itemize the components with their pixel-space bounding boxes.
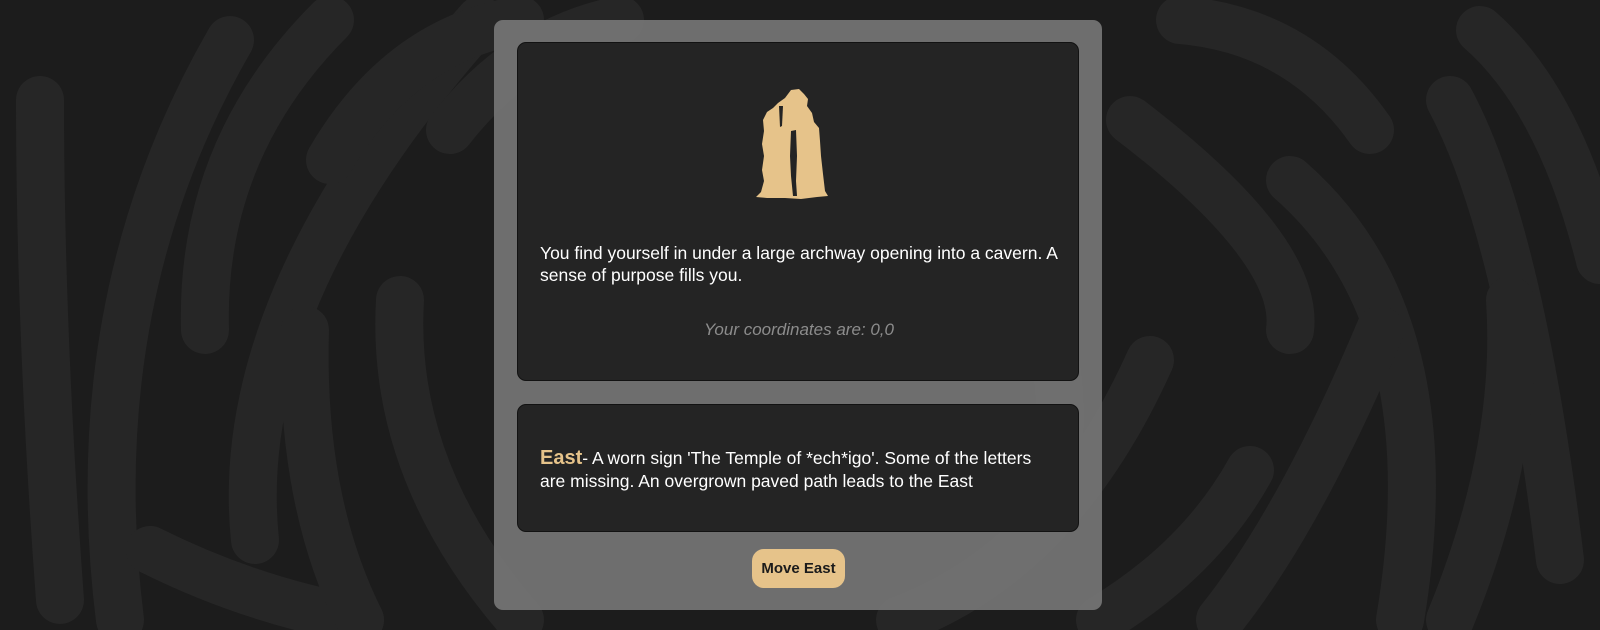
- exits-card: East- A worn sign 'The Temple of *ech*ig…: [517, 404, 1079, 532]
- location-card: You find yourself in under a large archw…: [517, 42, 1079, 381]
- exit-direction-label: East: [540, 447, 583, 469]
- move-east-button[interactable]: Move East: [752, 549, 845, 588]
- game-panel: You find yourself in under a large archw…: [494, 20, 1102, 610]
- exit-item-east: East- A worn sign 'The Temple of *ech*ig…: [540, 447, 1060, 493]
- location-description: You find yourself in under a large archw…: [540, 243, 1057, 285]
- coordinates-readout: Your coordinates are: 0,0: [704, 320, 894, 339]
- exit-description: - A worn sign 'The Temple of *ech*igo'. …: [540, 448, 1032, 491]
- standing-stone-archway-icon: [756, 89, 828, 199]
